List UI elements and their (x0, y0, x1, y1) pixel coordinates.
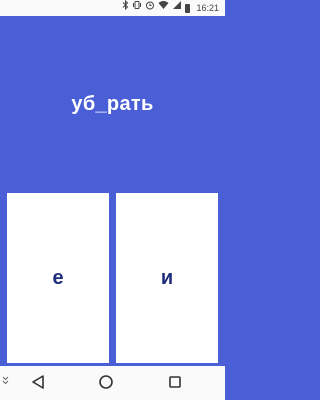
navigation-bar (0, 366, 225, 400)
cellular-icon (172, 0, 182, 16)
collapse-chevron-icon[interactable] (2, 376, 9, 387)
battery-icon (185, 3, 191, 13)
alarm-icon (145, 0, 155, 16)
status-bar: 16:21 (0, 0, 225, 16)
back-icon[interactable] (31, 374, 45, 395)
option-card-e[interactable]: е (7, 193, 109, 363)
bluetooth-icon (122, 0, 129, 16)
recents-icon[interactable] (168, 374, 182, 395)
wifi-icon (158, 0, 169, 16)
option-letter: и (160, 266, 174, 289)
option-letter: е (52, 266, 64, 289)
status-time: 16:21 (196, 3, 219, 13)
vibrate-icon (132, 0, 142, 16)
quiz-word: уб_рать (71, 93, 154, 115)
home-icon[interactable] (98, 374, 114, 395)
option-card-i[interactable]: и (116, 193, 218, 363)
